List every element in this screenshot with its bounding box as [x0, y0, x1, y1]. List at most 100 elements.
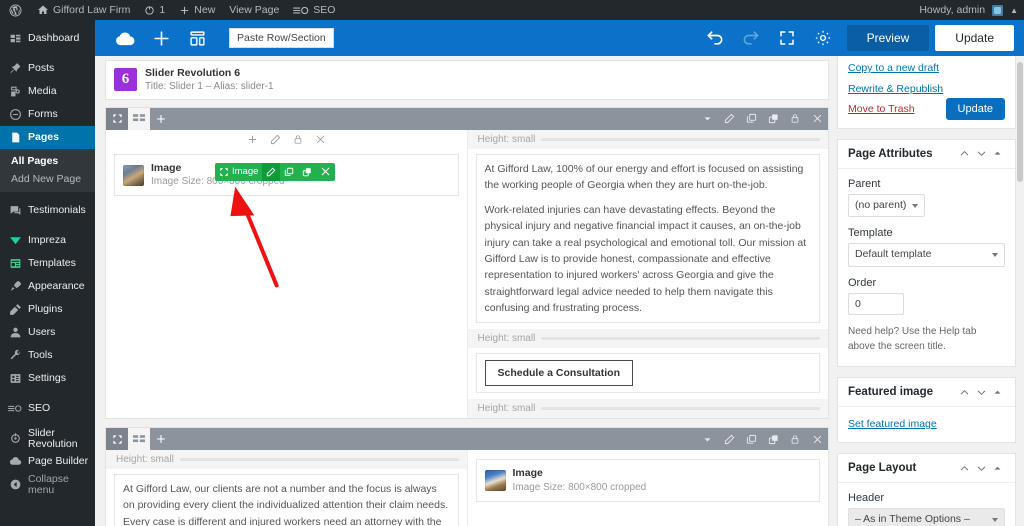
- row-1-left-column: Image Image Size: 800×800 cropped Image: [106, 129, 468, 419]
- remove-element-icon[interactable]: [316, 163, 335, 181]
- sidebar-item-collapse-menu[interactable]: Collapse menu: [0, 473, 95, 496]
- height-separator-2[interactable]: Height: small: [467, 329, 828, 349]
- copy-element-icon[interactable]: [298, 163, 316, 181]
- rail-scrollbar[interactable]: [1016, 56, 1024, 526]
- chevron-down-icon[interactable]: [973, 387, 990, 398]
- updates-menu[interactable]: 1: [137, 0, 172, 20]
- sidebar-item-forms[interactable]: Forms: [0, 103, 95, 126]
- preview-button[interactable]: Preview: [846, 25, 930, 51]
- view-page-link[interactable]: View Page: [222, 0, 286, 20]
- sidebar-item-settings[interactable]: Settings: [0, 367, 95, 390]
- row-1-body: Image Image Size: 800×800 cropped Image …: [106, 129, 828, 419]
- edit-element-icon[interactable]: [262, 162, 281, 181]
- row-layout-icon[interactable]: [128, 107, 150, 130]
- publish-actions: Copy to a new draft Rewrite & Republish …: [838, 56, 1015, 128]
- fullscreen-icon[interactable]: [769, 20, 805, 56]
- add-row-icon[interactable]: [150, 428, 172, 450]
- rewrite-republish-link[interactable]: Rewrite & Republish: [848, 79, 1005, 100]
- sidebar-item-add-new-page[interactable]: Add New Page: [0, 170, 95, 188]
- header-select[interactable]: – As in Theme Options –: [848, 508, 1005, 526]
- sidebar-item-templates[interactable]: Templates: [0, 252, 95, 275]
- update-button[interactable]: Update: [945, 97, 1005, 120]
- chevron-up-icon[interactable]: [956, 463, 973, 474]
- toggle-panel-icon[interactable]: [990, 464, 1005, 473]
- sidebar-item-all-pages[interactable]: All Pages: [0, 152, 95, 170]
- height-separator-1[interactable]: Height: small: [106, 450, 467, 470]
- duplicate-row-icon[interactable]: [740, 108, 762, 130]
- toggle-panel-icon[interactable]: [990, 388, 1005, 397]
- sidebar-item-impreza[interactable]: Impreza: [0, 229, 95, 252]
- sidebar-item-seo[interactable]: SEO: [0, 397, 95, 420]
- move-row-icon[interactable]: [106, 428, 128, 451]
- slider-revolution-element[interactable]: 6 Slider Revolution 6 Title: Slider 1 – …: [105, 60, 829, 100]
- sidebar-item-plugins[interactable]: Plugins: [0, 298, 95, 321]
- update-button-toolbar[interactable]: Update: [935, 25, 1014, 51]
- add-row-icon[interactable]: [150, 108, 172, 130]
- height-separator-3[interactable]: Height: small: [467, 399, 828, 419]
- duplicate-row-icon[interactable]: [740, 428, 762, 450]
- toggle-panel-icon[interactable]: [990, 149, 1005, 158]
- text-element-row2[interactable]: At Gifford Law, our clients are not a nu…: [114, 474, 459, 526]
- edit-column-icon[interactable]: [270, 134, 281, 145]
- my-account-menu[interactable]: Howdy, admin: [912, 0, 1010, 20]
- row-collapse-icon[interactable]: [696, 108, 718, 130]
- collapse-adminbar-icon[interactable]: ▲: [1010, 6, 1024, 15]
- chevron-down-icon[interactable]: [973, 148, 990, 159]
- sidebar-item-slider-revolution[interactable]: Slider Revolution: [0, 427, 95, 450]
- parent-select[interactable]: (no parent): [848, 193, 926, 218]
- template-select[interactable]: Default template: [848, 243, 1005, 268]
- paste-row-section-button[interactable]: Paste Row/Section: [229, 27, 334, 49]
- image-element-row2[interactable]: Image Image Size: 800×800 cropped: [475, 459, 820, 502]
- sidebar-item-pages[interactable]: Pages: [0, 126, 95, 149]
- remove-row-icon[interactable]: [806, 428, 828, 450]
- rail-scrollbar-thumb[interactable]: [1017, 62, 1023, 182]
- redo-icon[interactable]: [733, 20, 769, 56]
- set-featured-image-link[interactable]: Set featured image: [848, 418, 937, 430]
- sidebar-label: Media: [28, 85, 57, 98]
- remove-row-icon[interactable]: [806, 108, 828, 130]
- sidebar-item-appearance[interactable]: Appearance: [0, 275, 95, 298]
- duplicate-element-icon[interactable]: [280, 163, 298, 181]
- copy-row-icon[interactable]: [762, 428, 784, 450]
- edit-row-icon[interactable]: [718, 108, 740, 130]
- chevron-up-icon[interactable]: [956, 387, 973, 398]
- wordpress-logo-menu[interactable]: [0, 0, 30, 20]
- move-element-icon[interactable]: Image: [215, 163, 262, 181]
- schedule-consultation-button[interactable]: Schedule a Consultation: [484, 360, 634, 387]
- gear-icon[interactable]: [805, 20, 841, 56]
- lock-row-icon[interactable]: [784, 428, 806, 450]
- new-content-menu[interactable]: New: [172, 0, 222, 20]
- layout-icon[interactable]: [179, 20, 215, 56]
- sidebar-item-posts[interactable]: Posts: [0, 57, 95, 80]
- lock-column-icon[interactable]: [293, 134, 303, 145]
- move-row-icon[interactable]: [106, 107, 128, 130]
- edit-row-icon[interactable]: [718, 428, 740, 450]
- button-element-row1[interactable]: Schedule a Consultation: [475, 353, 820, 394]
- height-separator-1[interactable]: Height: small: [467, 129, 828, 149]
- text-element-row1[interactable]: At Gifford Law, 100% of our energy and e…: [475, 153, 820, 324]
- sidebar-item-tools[interactable]: Tools: [0, 344, 95, 367]
- order-input[interactable]: 0: [848, 293, 904, 316]
- remove-column-icon[interactable]: [315, 134, 326, 145]
- slider-revolution-icon: [8, 432, 22, 446]
- copy-to-new-draft-link[interactable]: Copy to a new draft: [848, 58, 1005, 79]
- seo-menu[interactable]: SEO: [286, 0, 342, 20]
- image-element-row1[interactable]: Image Image Size: 800×800 cropped Image: [114, 153, 459, 197]
- site-name-menu[interactable]: Gifford Law Firm: [30, 0, 137, 20]
- lock-row-icon[interactable]: [784, 108, 806, 130]
- copy-row-icon[interactable]: [762, 108, 784, 130]
- sidebar-item-page-builder[interactable]: Page Builder: [0, 450, 95, 473]
- chevron-up-icon[interactable]: [956, 148, 973, 159]
- add-element-icon[interactable]: [143, 20, 179, 56]
- sidebar-item-dashboard[interactable]: Dashboard: [0, 27, 95, 50]
- undo-icon[interactable]: [697, 20, 733, 56]
- sidebar-item-media[interactable]: Media: [0, 80, 95, 103]
- sidebar-item-testimonials[interactable]: Testimonials: [0, 199, 95, 222]
- cloud-icon[interactable]: [107, 20, 143, 56]
- row-layout-icon[interactable]: [128, 428, 150, 451]
- sidebar-item-users[interactable]: Users: [0, 321, 95, 344]
- chevron-down-icon[interactable]: [973, 463, 990, 474]
- featured-image-header: Featured image: [838, 378, 1015, 408]
- add-element-icon[interactable]: [247, 134, 258, 145]
- row-collapse-icon[interactable]: [696, 428, 718, 450]
